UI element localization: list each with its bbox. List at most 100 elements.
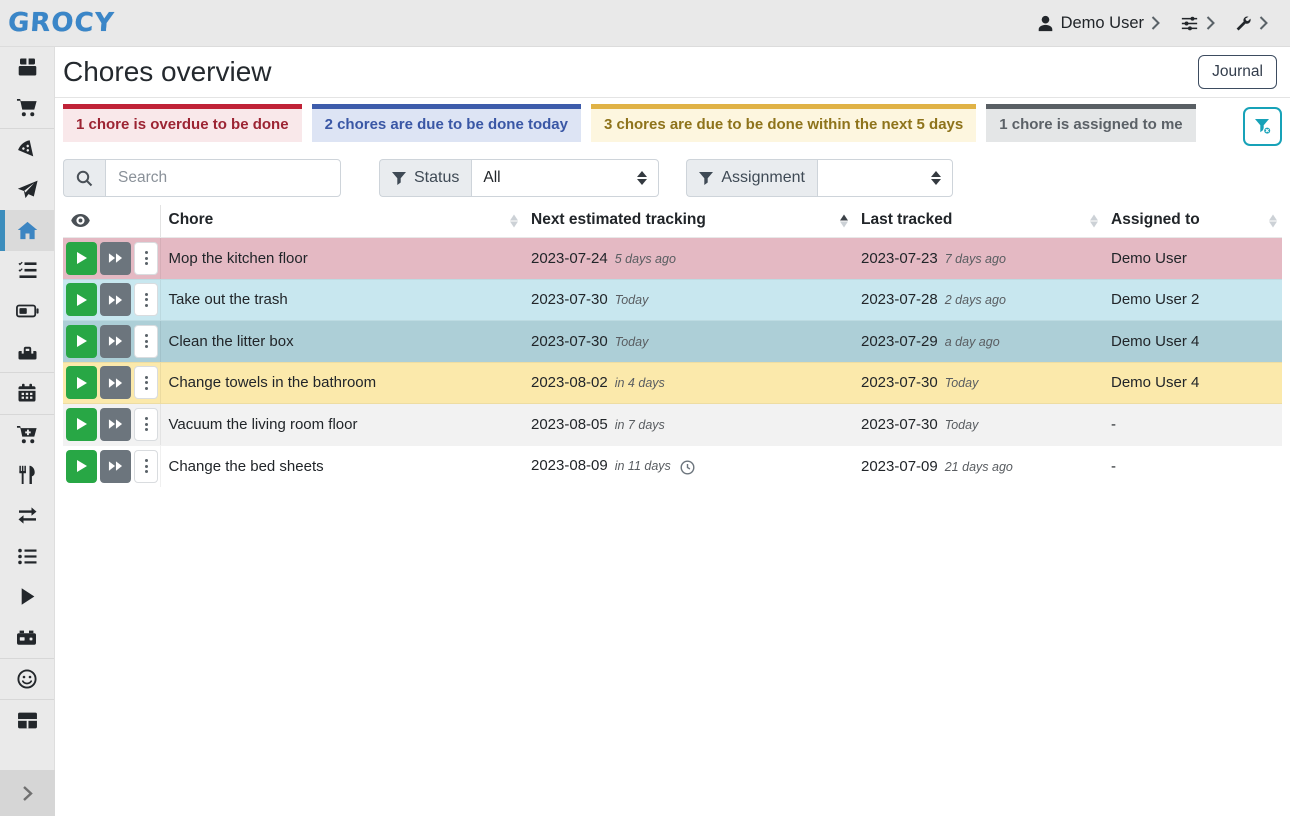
row-menu-button[interactable] [134,283,158,316]
assigned-to-cell: - [1103,445,1282,487]
status-filter-prepend: Status [379,159,471,197]
sidebar-item-chores-overview[interactable] [0,210,54,251]
column-header-last-tracked[interactable]: Last tracked [853,205,1103,238]
assigned-to-cell: Demo User 4 [1103,321,1282,363]
sidebar-item-equipment[interactable] [0,332,54,373]
row-menu-button[interactable] [134,408,158,441]
next-tracking-cell: 2023-08-09in 11 days [523,445,853,487]
next-tracking-cell: 2023-07-30Today [523,279,853,321]
chore-name-cell: Vacuum the living room floor [160,404,523,446]
track-chore-button[interactable] [66,242,97,275]
ellipsis-v-icon [145,293,148,307]
next-tracking-cell: 2023-08-05in 7 days [523,404,853,446]
track-chore-button[interactable] [66,283,97,316]
table-row: Change the bed sheets 2023-08-09in 11 da… [63,445,1282,487]
sidebar-item-tasks[interactable] [0,251,54,292]
track-chore-button[interactable] [66,366,97,399]
sort-icon [1269,215,1277,228]
banner-due-soon[interactable]: 3 chores are due to be done within the n… [591,104,976,142]
sidebar-item-user-settings[interactable] [0,659,54,700]
select-carets-icon [931,171,941,185]
search-input[interactable] [105,159,341,197]
sidebar-item-recipes[interactable] [0,129,54,170]
skip-chore-button[interactable] [100,366,131,399]
filter-icon [699,172,713,185]
status-filter-value: All [483,169,500,187]
admin-menu[interactable] [1229,15,1274,32]
assigned-to-cell: Demo User 2 [1103,279,1282,321]
sidebar-item-calendar[interactable] [0,373,54,414]
table-row: Mop the kitchen floor 2023-07-245 days a… [63,238,1282,280]
skip-chore-button[interactable] [100,408,131,441]
play-icon [75,459,88,473]
user-menu[interactable]: Demo User [1031,14,1166,33]
settings-menu[interactable] [1174,15,1221,32]
sidebar-collapse-toggle[interactable] [0,770,55,816]
banner-assigned-to-me[interactable]: 1 chore is assigned to me [986,104,1195,142]
chore-name-cell: Take out the trash [160,279,523,321]
filter-remove-icon [1254,118,1272,135]
assigned-to-cell: Demo User [1103,238,1282,280]
track-chore-button[interactable] [66,408,97,441]
track-chore-button[interactable] [66,325,97,358]
skip-chore-button[interactable] [100,325,131,358]
row-menu-button[interactable] [134,366,158,399]
sidebar-item-userentities[interactable] [0,700,54,741]
sidebar-item-stock-overview[interactable] [0,47,54,88]
column-header-next-estimated-tracking[interactable]: Next estimated tracking [523,205,853,238]
ellipsis-v-icon [145,417,148,431]
status-filter-select[interactable]: All [471,159,659,197]
table-row: Change towels in the bathroom 2023-08-02… [63,362,1282,404]
sidebar-item-inventory[interactable] [0,536,54,577]
shopping-cart-icon [16,98,38,117]
calendar-icon [17,383,37,403]
banner-overdue[interactable]: 1 chore is overdue to be done [63,104,302,142]
sidebar-item-meal-plan[interactable] [0,170,54,211]
chores-table: Chore Next estimated tracking Last track… [63,205,1282,487]
sidebar-item-purchase[interactable] [0,415,54,456]
skip-chore-button[interactable] [100,242,131,275]
chevron-right-icon [1151,16,1160,30]
clear-filter-button[interactable] [1243,107,1282,146]
sidebar-item-transfer[interactable] [0,496,54,537]
fast-forward-icon [108,252,123,264]
play-icon [75,417,88,431]
row-menu-button[interactable] [134,242,158,275]
skip-chore-button[interactable] [100,450,131,483]
journal-button[interactable]: Journal [1198,55,1277,89]
last-tracked-cell: 2023-07-282 days ago [853,279,1103,321]
sidebar-item-consume[interactable] [0,455,54,496]
last-tracked-cell: 2023-07-237 days ago [853,238,1103,280]
next-tracking-cell: 2023-08-02in 4 days [523,362,853,404]
chore-name-cell: Change towels in the bathroom [160,362,523,404]
column-visibility-header[interactable] [63,205,160,238]
column-header-chore[interactable]: Chore [160,205,523,238]
row-menu-button[interactable] [134,450,158,483]
car-battery-icon [16,629,38,646]
track-chore-button[interactable] [66,450,97,483]
status-filter-label: Status [414,169,459,187]
fast-forward-icon [108,335,123,347]
sort-icon [510,215,518,228]
assignment-filter-select[interactable] [817,159,953,197]
column-header-assigned-to[interactable]: Assigned to [1103,205,1282,238]
sidebar-item-shopping-list[interactable] [0,88,54,129]
fast-forward-icon [108,377,123,389]
chore-name-cell: Mop the kitchen floor [160,238,523,280]
banner-due-today[interactable]: 2 chores are due to be done today [312,104,581,142]
tasks-icon [17,261,38,280]
sidebar-item-chore-tracking[interactable] [0,577,54,618]
row-menu-button[interactable] [134,325,158,358]
skip-chore-button[interactable] [100,283,131,316]
chevron-right-icon [1206,16,1215,30]
table-row: Clean the litter box 2023-07-30Today 202… [63,321,1282,363]
sidebar-item-batteries-overview[interactable] [0,291,54,332]
sort-icon [1090,215,1098,228]
play-icon [19,587,36,606]
filters-row: Status All Assignment [63,159,1282,197]
chore-name-cell: Clean the litter box [160,321,523,363]
assignment-filter-group: Assignment [686,159,953,197]
play-icon [75,376,88,390]
sidebar-item-battery-tracking[interactable] [0,617,54,658]
assigned-to-cell: Demo User 4 [1103,362,1282,404]
